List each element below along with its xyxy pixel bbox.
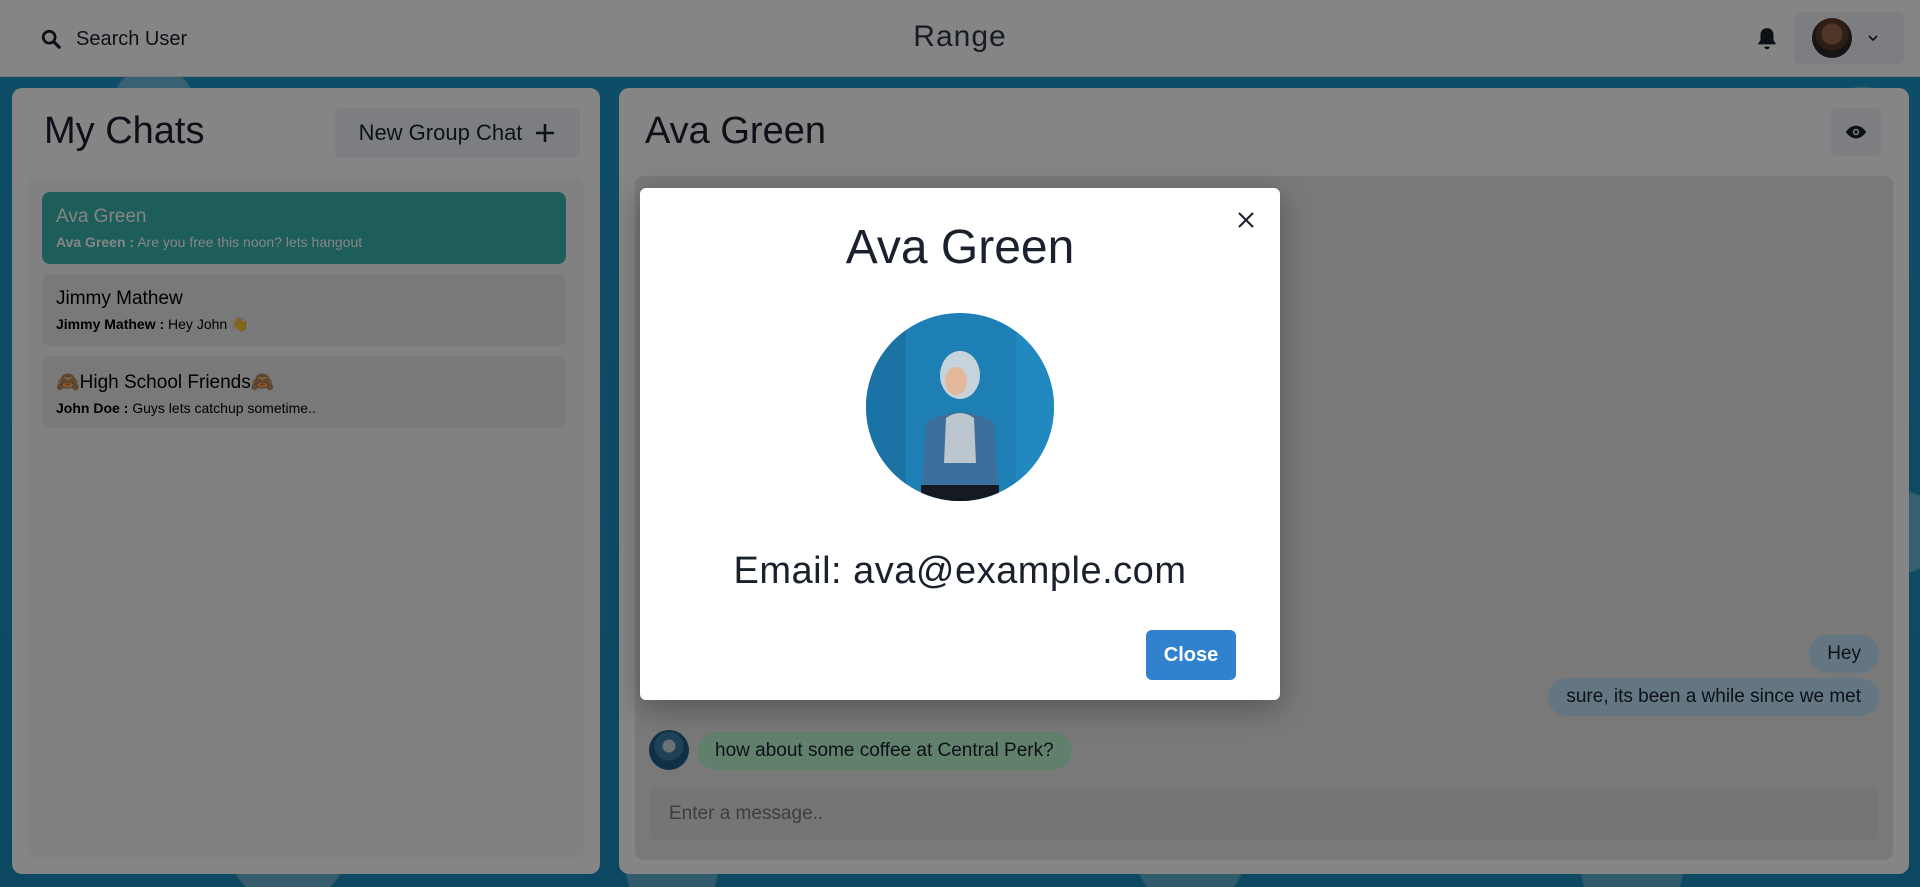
profile-picture xyxy=(866,313,1054,501)
modal-email: Email: ava@example.com xyxy=(733,550,1187,592)
modal-title: Ava Green xyxy=(845,221,1075,274)
close-button[interactable]: Close xyxy=(1146,630,1236,680)
modal-close-x-button[interactable] xyxy=(1230,204,1262,236)
close-icon xyxy=(1238,212,1254,228)
profile-modal: Ava Green Email: ava@example.com Close xyxy=(640,188,1280,700)
